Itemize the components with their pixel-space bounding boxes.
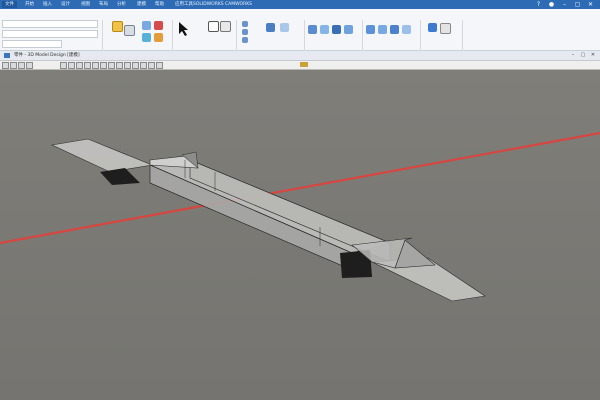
toolbar-icon-3[interactable]	[18, 62, 25, 69]
close-icon[interactable]: ✕	[590, 52, 596, 58]
tool-icon[interactable]	[124, 25, 135, 36]
toolbar-icon-11[interactable]	[108, 62, 115, 69]
combo-box-1[interactable]	[2, 20, 98, 28]
ribbon	[0, 9, 600, 52]
output-icon[interactable]	[428, 23, 437, 32]
toolbar-icon-9[interactable]	[92, 62, 99, 69]
feature-icon-4[interactable]	[154, 33, 163, 42]
toolbar-icon-7[interactable]	[76, 62, 83, 69]
ribbon-group-features	[140, 19, 170, 47]
tab-insert[interactable]: 插入	[40, 1, 55, 8]
document-tab-bar: 零件 - 3D Model Design [建模] – ▢ ✕	[0, 51, 600, 61]
user-icon[interactable]: ●	[548, 1, 555, 8]
combo-box-3[interactable]	[2, 40, 62, 48]
display-icon-1[interactable]	[242, 21, 248, 27]
toolbar-icon-17[interactable]	[156, 62, 163, 69]
display-icon-3[interactable]	[242, 37, 248, 43]
render-icon-2[interactable]	[378, 25, 387, 34]
box-icon[interactable]	[220, 21, 231, 32]
quick-access-panel	[2, 20, 98, 48]
ribbon-group-display	[240, 19, 300, 47]
tab-layout[interactable]: 布局	[96, 1, 111, 8]
display-icon-2[interactable]	[242, 29, 248, 35]
view-icon[interactable]	[208, 21, 219, 32]
document-icon	[4, 53, 10, 58]
toolbar-icon-1[interactable]	[2, 62, 9, 69]
gear-icon[interactable]	[440, 23, 451, 34]
ribbon-separator	[172, 20, 173, 52]
tab-modeling[interactable]: 建模	[134, 1, 149, 8]
close-icon[interactable]: ✕	[587, 1, 594, 8]
ribbon-separator	[462, 20, 463, 52]
ribbon-group-output	[424, 19, 460, 47]
view-toolbar	[0, 61, 600, 70]
tab-view[interactable]: 视图	[78, 1, 93, 8]
tab-home[interactable]: 开始	[22, 1, 37, 8]
feature-icon-2[interactable]	[154, 21, 163, 30]
tab-analysis[interactable]: 分析	[114, 1, 129, 8]
toolbar-icon-10[interactable]	[100, 62, 107, 69]
minimize-icon[interactable]: –	[561, 1, 568, 8]
ribbon-group-analysis	[308, 19, 358, 47]
toolbar-icon-4[interactable]	[26, 62, 33, 69]
document-window-controls: – ▢ ✕	[570, 52, 596, 58]
toolbar-icon-15[interactable]	[140, 62, 147, 69]
feature-icon-1[interactable]	[142, 21, 151, 30]
ribbon-separator	[304, 20, 305, 52]
ribbon-group-sketch	[108, 19, 138, 47]
toolbar-icon-13[interactable]	[124, 62, 131, 69]
left-flange[interactable]	[50, 138, 154, 173]
render-icon-1[interactable]	[366, 25, 375, 34]
ribbon-group-render	[366, 19, 416, 47]
layer-icon[interactable]	[266, 23, 275, 32]
combo-box-2[interactable]	[2, 30, 98, 38]
tab-help[interactable]: 帮助	[152, 1, 167, 8]
cursor-icon[interactable]	[178, 21, 190, 37]
analysis-icon-3[interactable]	[332, 25, 341, 34]
tab-file[interactable]: 文件	[2, 1, 17, 8]
maximize-icon[interactable]: ▢	[580, 52, 586, 58]
toolbar-icon-16[interactable]	[148, 62, 155, 69]
ribbon-separator	[420, 20, 421, 52]
model-canvas	[0, 131, 600, 302]
shade-icon[interactable]	[280, 23, 289, 32]
ribbon-tab-bar: 文件 开始 插入 设计 视图 布局 分析 建模 帮助 应用工具 SOLIDWOR…	[0, 0, 600, 9]
ribbon-separator	[102, 20, 103, 52]
ribbon-separator	[362, 20, 363, 52]
minimize-icon[interactable]: –	[570, 52, 576, 58]
selection-filter-icon[interactable]	[300, 62, 308, 67]
window-controls: ? ● – ▢ ✕	[535, 1, 594, 8]
tab-camworks[interactable]: CAMWORKS	[222, 1, 255, 8]
tab-design[interactable]: 设计	[58, 1, 73, 8]
toolbar-icon-5[interactable]	[60, 62, 67, 69]
feature-icon-3[interactable]	[142, 33, 151, 42]
toolbar-icon-12[interactable]	[116, 62, 123, 69]
render-icon-3[interactable]	[390, 25, 399, 34]
toolbar-icon-14[interactable]	[132, 62, 139, 69]
ribbon-group-select	[176, 19, 202, 47]
analysis-icon-4[interactable]	[344, 25, 353, 34]
toolbar-icon-2[interactable]	[10, 62, 17, 69]
graphics-viewport[interactable]	[0, 70, 600, 400]
left-support-dark[interactable]	[100, 168, 140, 185]
document-title[interactable]: 零件 - 3D Model Design [建模]	[14, 52, 80, 58]
toolbar-icon-8[interactable]	[84, 62, 91, 69]
pencil-icon[interactable]	[112, 21, 123, 32]
toolbar-icon-6[interactable]	[68, 62, 75, 69]
maximize-icon[interactable]: ▢	[574, 1, 581, 8]
analysis-icon-1[interactable]	[308, 25, 317, 34]
analysis-icon-2[interactable]	[320, 25, 329, 34]
help-icon[interactable]: ?	[535, 1, 542, 8]
ribbon-separator	[236, 20, 237, 52]
render-icon-4[interactable]	[402, 25, 411, 34]
ribbon-group-view	[204, 19, 234, 47]
